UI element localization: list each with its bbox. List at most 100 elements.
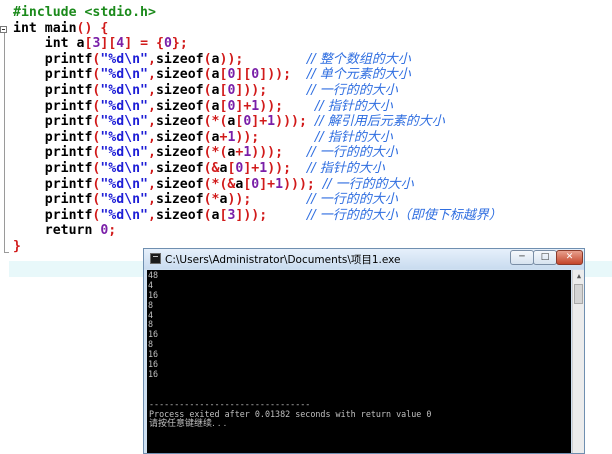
code-token: "%d\n" xyxy=(100,129,148,145)
fold-toggle-icon[interactable] xyxy=(0,26,7,33)
code-token: , xyxy=(148,82,156,98)
console-output-area[interactable]: 48 4 16 8 4 8 16 8 16 16 16 -----------------------… xyxy=(147,270,571,453)
minimize-button[interactable]: ─ xyxy=(510,250,534,265)
code-comment: // 解引用后元素的大小 xyxy=(314,114,445,130)
code-token: sizeof xyxy=(155,207,204,223)
code-token: printf xyxy=(13,145,93,161)
code-comment: // 一行的的大小 xyxy=(306,145,398,161)
code-token: , xyxy=(148,145,156,161)
code-line[interactable]: printf("%d\n",sizeof(&a[0]+1)); // 指针的大小 xyxy=(13,161,502,177)
code-line[interactable]: #include <stdio.h> xyxy=(13,5,502,21)
code-token: 1 xyxy=(275,176,284,192)
code-line[interactable]: int main() { xyxy=(13,21,502,37)
code-token: ( xyxy=(203,98,212,114)
code-token: , xyxy=(148,98,156,114)
code-line[interactable]: printf("%d\n",sizeof(*a)); // 一行的的大小 xyxy=(13,192,502,208)
code-token: sizeof xyxy=(155,51,204,67)
scroll-up-icon[interactable]: ▲ xyxy=(574,271,584,281)
code-token: a xyxy=(211,129,220,145)
code-token: ]+ xyxy=(243,160,260,176)
code-token: "%d\n" xyxy=(100,192,148,208)
console-output-line: 16 xyxy=(148,368,159,379)
console-press-key-prompt: 请按任意键继续. . . xyxy=(149,419,227,429)
code-token: printf xyxy=(13,129,93,145)
code-comment: // 指针的大小 xyxy=(306,160,385,176)
console-app-icon xyxy=(150,253,161,264)
code-token: (*( xyxy=(203,145,228,161)
fold-end-marker xyxy=(4,252,9,253)
code-token: ]+ xyxy=(259,176,276,192)
console-titlebar[interactable]: C:\Users\Administrator\Documents\项目1.exe… xyxy=(144,249,584,269)
code-token: "%d\n" xyxy=(100,51,148,67)
code-token: ]+ xyxy=(235,98,252,114)
code-token: printf xyxy=(13,160,93,176)
code-token: ( xyxy=(203,82,212,98)
code-line[interactable]: printf("%d\n",sizeof(a[0][0])); // 单个元素的… xyxy=(13,67,502,83)
code-line[interactable]: printf("%d\n",sizeof(*(a+1))); // 一行的的大小 xyxy=(13,145,502,161)
console-title: C:\Users\Administrator\Documents\项目1.exe xyxy=(165,254,401,266)
code-token: , xyxy=(148,192,156,208)
code-comment: // 指针的大小 xyxy=(314,98,393,114)
scroll-thumb[interactable] xyxy=(574,284,583,304)
code-token: "%d\n" xyxy=(100,176,148,192)
code-token: sizeof xyxy=(155,145,204,161)
code-line[interactable]: printf("%d\n",sizeof(*(&a[0]+1))); // 一行… xyxy=(13,177,502,193)
code-token: ( xyxy=(203,51,212,67)
code-token: sizeof xyxy=(155,114,204,130)
code-token: sizeof xyxy=(155,82,204,98)
code-comment: // 一行的的大小（即使下标越界） xyxy=(306,207,502,223)
code-line[interactable]: printf("%d\n",sizeof(a+1)); // 指针的大小 xyxy=(13,130,502,146)
code-token: "%d\n" xyxy=(100,82,148,98)
code-line[interactable]: printf("%d\n",sizeof(a[0])); // 一行的的大小 xyxy=(13,83,502,99)
code-token: 0 xyxy=(163,36,172,52)
code-token: a xyxy=(211,51,220,67)
close-button[interactable]: ✕ xyxy=(556,250,583,265)
code-token: a xyxy=(211,67,220,83)
code-token: sizeof xyxy=(155,176,204,192)
code-token: int xyxy=(13,36,77,52)
code-token: "%d\n" xyxy=(100,67,148,83)
code-token: ][ xyxy=(100,36,117,52)
code-comment: // 指针的大小 xyxy=(314,129,393,145)
code-token: printf xyxy=(13,67,93,83)
code-line[interactable]: printf("%d\n",sizeof(a[3])); // 一行的的大小（即… xyxy=(13,208,502,224)
code-token: printf xyxy=(13,82,93,98)
code-line[interactable]: printf("%d\n",sizeof(a[0]+1)); // 指针的大小 xyxy=(13,99,502,115)
code-token: printf xyxy=(13,207,93,223)
console-window[interactable]: C:\Users\Administrator\Documents\项目1.exe… xyxy=(143,248,585,454)
code-token: sizeof xyxy=(155,160,204,176)
code-line[interactable]: return 0; xyxy=(13,223,502,239)
code-token: a xyxy=(211,82,220,98)
code-token: "%d\n" xyxy=(100,145,148,161)
code-token: ( xyxy=(203,129,212,145)
maximize-button[interactable]: □ xyxy=(533,250,557,265)
code-token: }; xyxy=(171,36,188,52)
code-token: printf xyxy=(13,192,93,208)
code-comment: // 一行的的大小 xyxy=(322,176,414,192)
source-code[interactable]: #include <stdio.h> int main() { int a[3][… xyxy=(13,5,502,255)
code-token: 1 xyxy=(259,160,268,176)
code-token: ][ xyxy=(235,67,252,83)
code-comment: // 一行的的大小 xyxy=(306,82,398,98)
code-token: () { xyxy=(76,20,109,36)
code-line[interactable]: printf("%d\n",sizeof(a)); // 整个数组的大小 xyxy=(13,52,502,68)
code-token: )); xyxy=(235,129,260,145)
code-line[interactable]: printf("%d\n",sizeof(*(a[0]+1))); // 解引用… xyxy=(13,114,502,130)
console-scrollbar[interactable]: ▲ xyxy=(572,270,584,453)
code-comment: // 整个数组的大小 xyxy=(306,51,411,67)
code-token: main xyxy=(44,20,77,36)
code-token: )); xyxy=(219,51,244,67)
code-token: , xyxy=(148,67,156,83)
code-line[interactable]: int a[3][4] = {0}; xyxy=(13,36,502,52)
console-output: 48 4 16 8 4 8 16 8 16 16 16 -----------------------… xyxy=(148,270,431,429)
code-token: a xyxy=(211,207,220,223)
code-token: , xyxy=(148,176,156,192)
